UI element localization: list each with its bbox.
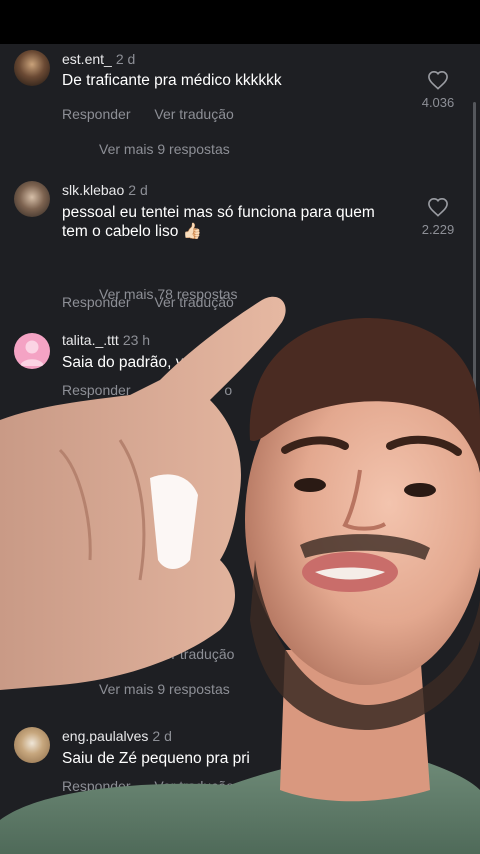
comment-username[interactable]: eng.paulalves 2 d [62,728,172,744]
heart-outline-icon [428,197,448,217]
comment-text: De traficante pra médico kkkkkk [62,72,282,89]
view-more-replies[interactable]: Ver mais 9 respostas [99,141,230,157]
comment-username[interactable]: talita._.ttt 23 h [62,332,150,348]
reply-button[interactable]: Responder [62,382,131,398]
comment-age: 2 d [115,51,136,67]
bottom-bar [0,824,480,854]
comment-age: 2 d [152,728,172,744]
comment-text: Saia do padrão, v o! [62,354,241,371]
reply-button[interactable]: Responder [62,778,131,794]
scrollbar-thumb[interactable] [473,102,476,402]
like-button[interactable]: 4.036 [418,70,458,110]
translate-button[interactable]: o [224,382,232,398]
translate-button[interactable]: Ver tradução [154,106,233,122]
heart-outline-icon [428,70,448,90]
avatar[interactable] [14,727,50,763]
view-more-replies[interactable]: Ver mais 9 respostas [99,681,230,697]
translate-button[interactable]: Ver tradução [154,778,233,794]
reply-button[interactable]: Responder [62,106,131,122]
like-count: 4.036 [421,95,455,110]
translate-button[interactable]: Ver tradução [155,646,234,662]
like-count: 2.229 [421,222,455,237]
like-button[interactable]: 2.229 [418,197,458,237]
default-avatar-icon [20,340,44,366]
view-more-replies[interactable]: Ver mais 78 respostas [99,286,238,302]
avatar[interactable] [14,333,50,369]
comment-age: 23 h [122,332,151,348]
comment-text: pessoal eu tentei mas só funciona para q… [62,204,375,240]
comment-username[interactable]: slk.klebao 2 d [62,182,148,198]
avatar[interactable] [14,50,50,86]
comments-panel[interactable]: est.ent_ 2 d De traficante pra médico kkk… [0,44,480,824]
top-bar [0,0,480,44]
avatar[interactable] [14,181,50,217]
comment-text: Saiu de Zé pequeno pra pri [62,750,250,767]
comment-username[interactable]: est.ent_ 2 d [62,51,135,67]
comment-age: 2 d [128,182,148,198]
